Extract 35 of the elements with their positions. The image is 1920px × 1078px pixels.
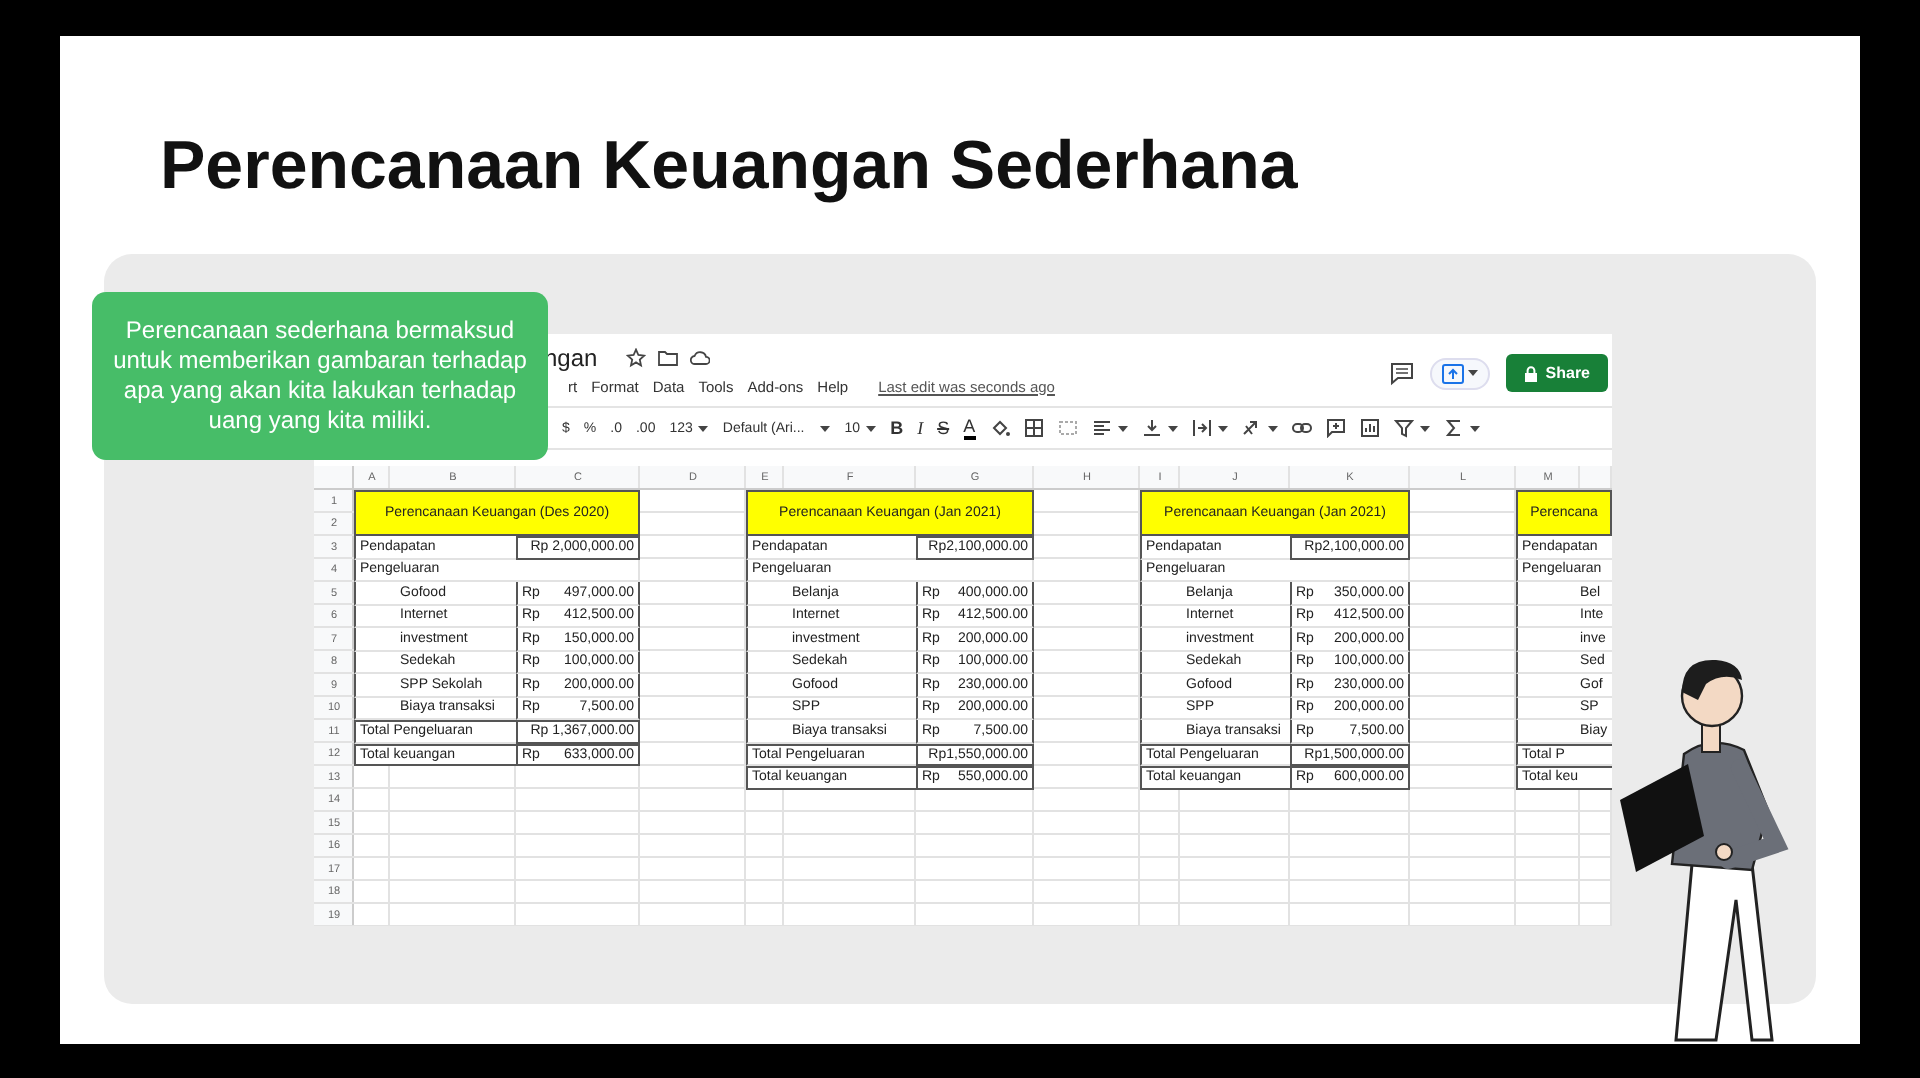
wrap-icon[interactable]: [1191, 418, 1212, 438]
share-button[interactable]: Share: [1505, 354, 1608, 392]
folder-icon[interactable]: [657, 348, 678, 368]
link-icon[interactable]: [1291, 418, 1312, 438]
caret-icon[interactable]: [820, 425, 831, 431]
vertical-align-icon[interactable]: [1141, 418, 1162, 438]
caret-icon[interactable]: [1419, 425, 1430, 431]
slide-title: Perencanaan Keuangan Sederhana: [160, 126, 1300, 206]
paint-bucket-icon[interactable]: [989, 418, 1010, 438]
present-button[interactable]: [1429, 357, 1490, 389]
toolbar-button[interactable]: I: [917, 418, 924, 438]
toolbar-button[interactable]: B: [890, 418, 904, 438]
caret-icon[interactable]: [1467, 370, 1478, 376]
callout-note: Perencanaan sederhana bermaksud untuk memberikan gambaran terhadap apa yang akan kita lakukan terhadap uang yang kita miliki.: [92, 292, 548, 460]
toolbar-button[interactable]: S: [937, 418, 950, 438]
caret-icon[interactable]: [1217, 425, 1228, 431]
star-icon[interactable]: [625, 348, 646, 368]
caret-icon[interactable]: [1167, 425, 1178, 431]
borders-icon[interactable]: [1023, 418, 1044, 438]
caret-icon[interactable]: [1267, 425, 1278, 431]
caret-icon[interactable]: [698, 425, 709, 431]
caret-icon[interactable]: [866, 425, 877, 431]
cloud-icon[interactable]: [689, 348, 710, 368]
chart-icon[interactable]: [1359, 418, 1380, 438]
comment-icon[interactable]: [1325, 418, 1346, 438]
caret-icon[interactable]: [1469, 425, 1480, 431]
lock-icon: [1523, 365, 1538, 381]
toolbar-button[interactable]: A: [963, 417, 976, 439]
rotate-icon[interactable]: [1241, 418, 1262, 438]
present-icon[interactable]: [1441, 363, 1464, 383]
align-left-icon[interactable]: [1091, 418, 1112, 438]
sigma-icon[interactable]: [1443, 418, 1464, 438]
comment-icon[interactable]: [1389, 361, 1414, 385]
filter-icon[interactable]: [1393, 418, 1414, 438]
caret-icon[interactable]: [1117, 425, 1128, 431]
